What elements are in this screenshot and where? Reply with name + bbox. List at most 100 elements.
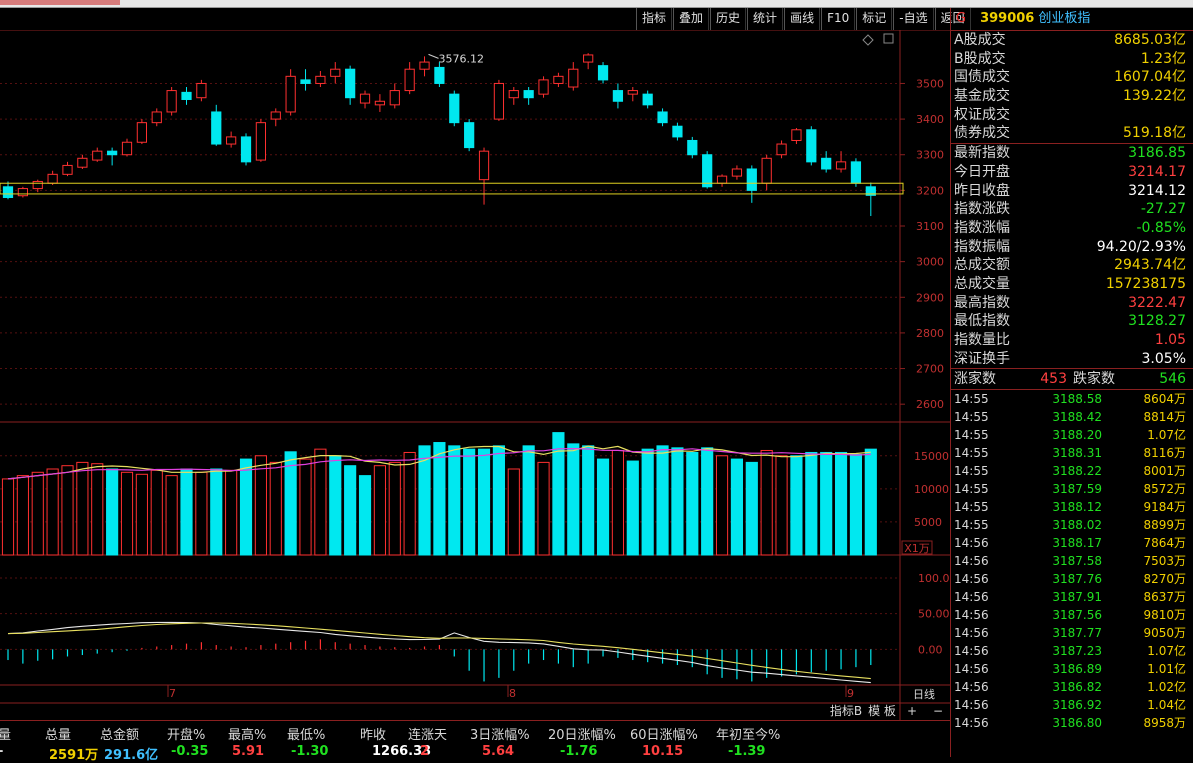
volume-bar bbox=[373, 465, 386, 556]
quote-label: 总成交量 bbox=[954, 275, 1010, 292]
candle-body bbox=[136, 122, 147, 143]
candle-body bbox=[211, 111, 222, 145]
stat-header: 昨收 bbox=[360, 728, 387, 743]
tick-price: 3187.76 bbox=[1052, 572, 1102, 587]
toolbar-button-5[interactable]: F10 bbox=[821, 8, 856, 30]
quote-value: 3.05% bbox=[1141, 350, 1186, 367]
volume-bar bbox=[46, 468, 59, 556]
quote-label: 最新指数 bbox=[954, 145, 1010, 162]
candle-body bbox=[345, 68, 356, 99]
candle-body bbox=[47, 173, 58, 184]
tick-price: 3188.31 bbox=[1052, 446, 1102, 461]
quote-label: 昨日收盘 bbox=[954, 182, 1010, 199]
tick-time: 14:55 bbox=[954, 392, 989, 407]
volume-bar bbox=[656, 445, 669, 556]
volume-bar bbox=[61, 465, 74, 556]
candle-body bbox=[374, 100, 386, 106]
candle-body bbox=[285, 75, 296, 113]
stat-header: 总量 bbox=[45, 728, 72, 743]
tick-time: 14:55 bbox=[954, 482, 989, 497]
quote-label: 指数振幅 bbox=[954, 238, 1010, 255]
volume-bar bbox=[448, 445, 461, 556]
tick-volume: 1.02亿 bbox=[1147, 680, 1186, 695]
volume-unit-label: X1万 bbox=[904, 542, 930, 555]
bottom-tool-button[interactable]: 指标B bbox=[830, 703, 862, 718]
toolbar-button-1[interactable]: 叠加 bbox=[673, 8, 710, 30]
candle-body bbox=[731, 168, 743, 177]
period-label: 日线 bbox=[913, 687, 935, 701]
toolbar-button-7[interactable]: -自选 bbox=[893, 8, 934, 30]
volume-bar bbox=[507, 468, 520, 556]
quote-row: 深证换手 3.05% bbox=[951, 350, 1193, 369]
toolbar-button-2[interactable]: 历史 bbox=[710, 8, 747, 30]
bottom-tool-button[interactable]: + bbox=[907, 704, 917, 718]
tick-time: 14:56 bbox=[954, 680, 989, 695]
toolbar-button-6[interactable]: 标记 bbox=[856, 8, 893, 30]
tick-time: 14:55 bbox=[954, 518, 989, 533]
candle-body bbox=[523, 90, 534, 99]
tick-volume: 1.01亿 bbox=[1147, 662, 1186, 677]
index-stats-section: 最新指数 3186.85 今日开盘 3214.17 昨日收盘 3214.12 指数涨跌 -27… bbox=[951, 144, 1193, 370]
down-value: 546 bbox=[1159, 371, 1186, 388]
quote-value: 139.22亿 bbox=[1123, 88, 1186, 105]
quote-row: 总成交量 157238175 bbox=[951, 275, 1193, 294]
tick-row: 14:56 3188.17 7864万 bbox=[951, 534, 1193, 552]
quote-label: B股成交 bbox=[954, 50, 1006, 67]
tick-time: 14:55 bbox=[954, 500, 989, 515]
quote-row: 昨日收盘 3214.12 bbox=[951, 182, 1193, 201]
candle-body bbox=[553, 75, 564, 84]
month-label: 9 bbox=[847, 687, 854, 700]
volume-bar bbox=[180, 468, 193, 556]
candle-body bbox=[538, 79, 549, 95]
tick-volume: 8572万 bbox=[1143, 482, 1186, 497]
candle-body bbox=[612, 90, 624, 102]
toolbar-button-0[interactable]: 指标 bbox=[636, 8, 673, 30]
volume-bar bbox=[671, 447, 684, 556]
stats-bar: 量-总量2591万总金额291.6亿开盘%-0.35最高%5.91最低%-1.3… bbox=[0, 720, 950, 763]
market-turnover-section: A股成交 8685.03亿 B股成交 1.23亿 国债成交 1607.04亿 基金成交 139… bbox=[951, 31, 1193, 145]
tick-volume: 8116万 bbox=[1143, 446, 1186, 461]
volume-bar bbox=[701, 447, 714, 556]
quote-value: 157238175 bbox=[1105, 275, 1186, 292]
candle-body bbox=[121, 141, 133, 156]
quote-label: 指数量比 bbox=[954, 332, 1010, 348]
candle-body bbox=[746, 168, 757, 191]
kline-chart[interactable]: 3500 3400 3300 3200 3100 3000 2900 2800 2700 2600… bbox=[0, 29, 950, 720]
volume-bar bbox=[820, 451, 833, 556]
tick-price: 3188.02 bbox=[1052, 518, 1102, 533]
candle-body bbox=[657, 111, 668, 124]
tick-volume: 9810万 bbox=[1143, 608, 1186, 623]
tick-row: 14:56 3187.76 8270万 bbox=[951, 570, 1193, 588]
tick-volume: 1.07亿 bbox=[1147, 428, 1186, 443]
quote-row: 指数涨跌 -27.27 bbox=[951, 200, 1193, 219]
tick-list[interactable]: 14:55 3188.58 8604万 14:55 3188.42 8814万 14:55 3… bbox=[951, 390, 1193, 732]
quote-row: 最低指数 3128.27 bbox=[951, 312, 1193, 331]
bottom-tool-button[interactable]: 模 板 bbox=[868, 704, 896, 718]
price-axis-label: 2800 bbox=[916, 327, 944, 340]
bottom-tool-button[interactable]: − bbox=[933, 704, 943, 718]
toolbar-button-4[interactable]: 画线 bbox=[784, 8, 821, 30]
tick-price: 3188.20 bbox=[1052, 428, 1102, 443]
tick-row: 14:55 3188.20 1.07亿 bbox=[951, 426, 1193, 444]
stat-value: 291.6亿 bbox=[104, 748, 159, 763]
quote-row: 基金成交 139.22亿 bbox=[951, 87, 1193, 106]
tick-price: 3186.92 bbox=[1052, 698, 1102, 713]
month-label: 7 bbox=[169, 687, 176, 700]
price-axis-label: 3500 bbox=[916, 77, 944, 90]
candle-body bbox=[77, 157, 88, 168]
tick-price: 3187.59 bbox=[1052, 482, 1102, 497]
tick-time: 14:55 bbox=[954, 428, 989, 443]
advance-decline-row: 涨家数 453 跌家数 546 bbox=[951, 369, 1193, 391]
volume-bar bbox=[329, 455, 342, 556]
volume-bar bbox=[91, 463, 104, 556]
candle-body bbox=[835, 161, 847, 170]
volume-bar bbox=[254, 455, 267, 556]
quote-label: 总成交额 bbox=[954, 257, 1010, 274]
tick-price: 3187.77 bbox=[1052, 626, 1102, 641]
candle-body bbox=[493, 82, 505, 120]
volume-bar bbox=[16, 475, 29, 556]
toolbar-button-3[interactable]: 统计 bbox=[747, 8, 784, 30]
quote-value: 8685.03亿 bbox=[1114, 32, 1186, 48]
price-axis-label: 3300 bbox=[916, 149, 944, 162]
tick-time: 14:56 bbox=[954, 698, 989, 713]
